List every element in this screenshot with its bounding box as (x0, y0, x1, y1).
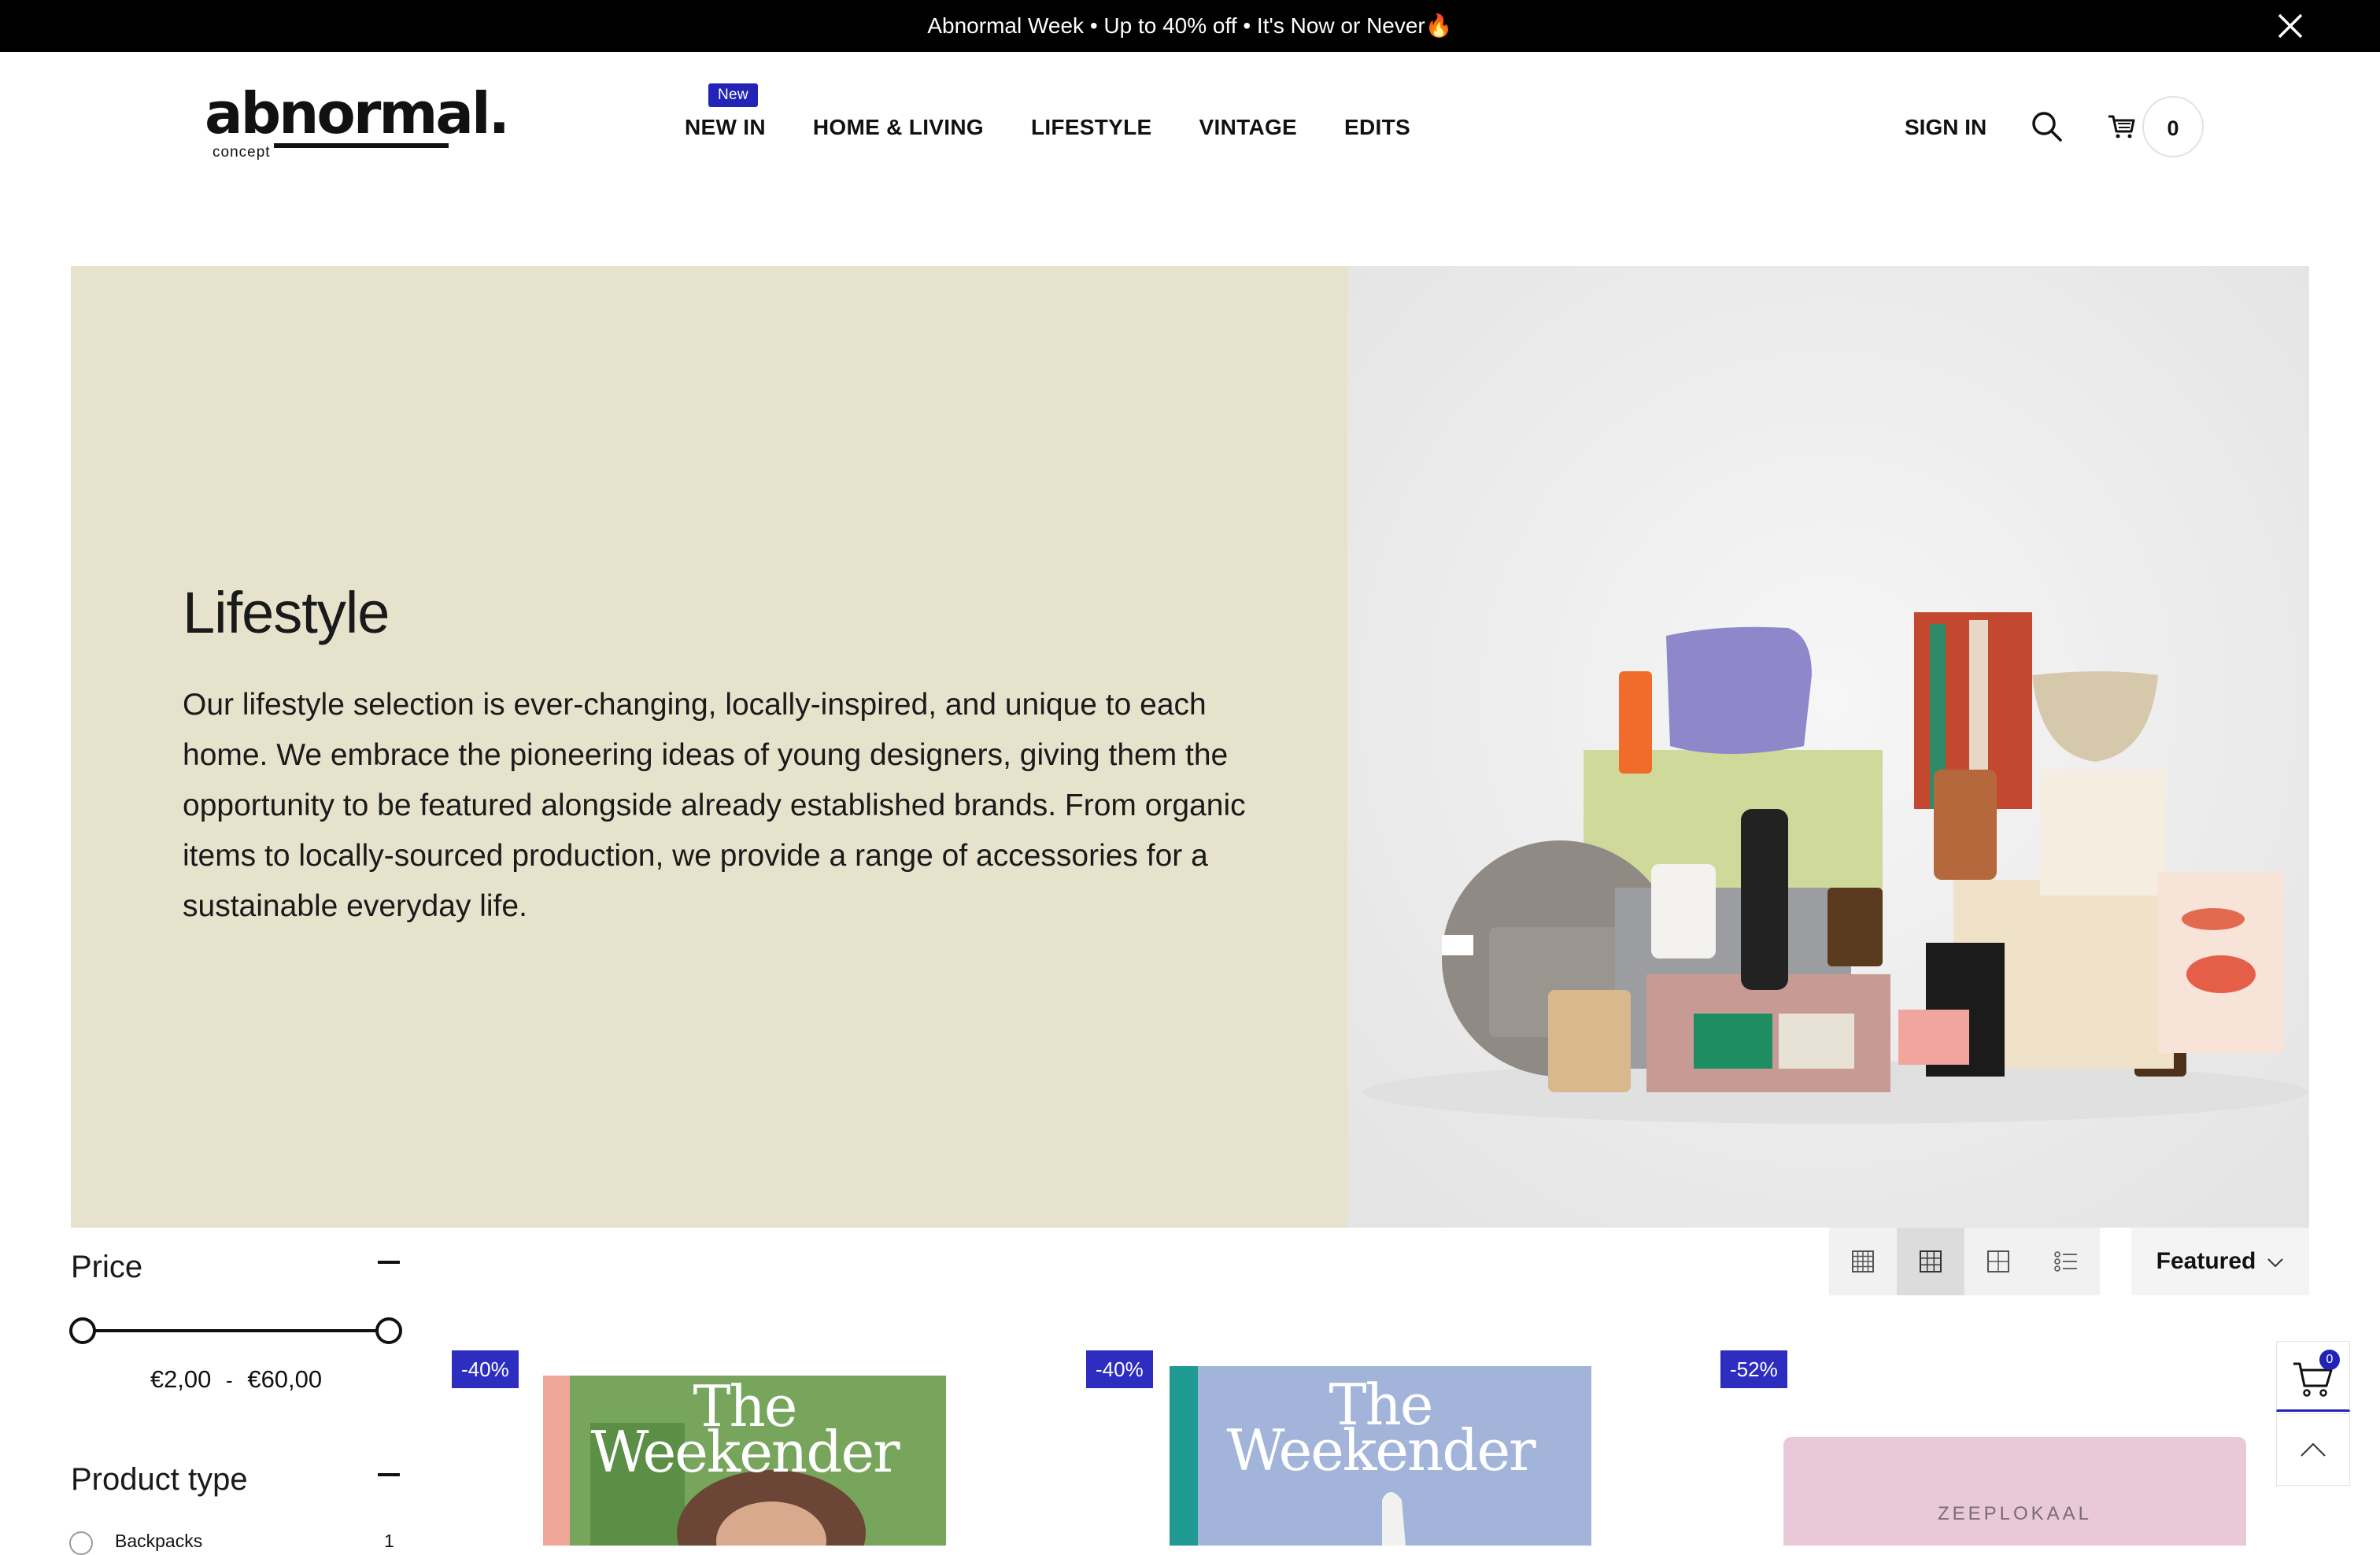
filter-option-count: 1 (384, 1531, 394, 1551)
list-icon[interactable] (2032, 1228, 2100, 1295)
floating-cart-button[interactable]: 0 (2276, 1341, 2350, 1412)
lifestyle-products-illustration (1347, 266, 2309, 1228)
nav-item-home-living[interactable]: HOME & LIVING (813, 112, 984, 143)
view-switcher (1829, 1228, 2100, 1295)
discount-badge: -52% (1720, 1350, 1787, 1388)
price-collapse-icon[interactable] (378, 1261, 400, 1264)
product-image[interactable]: ZEEPLOKAAL (1783, 1437, 2246, 1546)
sort-dropdown[interactable]: Featured (2131, 1228, 2309, 1295)
site-logo[interactable]: abnormal. concept (205, 83, 510, 164)
logo-wordmark: abnormal. (205, 80, 510, 146)
cart-count-badge[interactable]: 0 (2142, 96, 2204, 157)
page-title: Lifestyle (183, 580, 390, 645)
product-type-collapse-icon[interactable] (378, 1473, 400, 1476)
product-image[interactable]: The Weekender (1170, 1366, 1591, 1546)
grid-3-icon[interactable] (1897, 1228, 1964, 1295)
price-max: €60,00 (247, 1365, 323, 1393)
product-type-filter-heading[interactable]: Product type (71, 1462, 248, 1498)
price-range-text: €2,00 - €60,00 (71, 1365, 401, 1394)
price-filter-heading[interactable]: Price (71, 1250, 142, 1285)
close-icon[interactable] (2276, 12, 2304, 40)
announcement-bar: Abnormal Week • Up to 40% off • It's Now… (0, 0, 2380, 52)
price-slider-track[interactable] (82, 1329, 390, 1332)
back-to-top-button[interactable] (2276, 1413, 2350, 1486)
nav-item-edits[interactable]: EDITS (1344, 112, 1410, 143)
discount-badge: -40% (1086, 1350, 1153, 1388)
price-separator: - (226, 1368, 233, 1392)
grid-4-icon[interactable] (1829, 1228, 1897, 1295)
filter-option-label[interactable]: Backpacks (115, 1531, 202, 1552)
new-badge: New (708, 83, 758, 107)
chevron-up-icon (2301, 1442, 2326, 1457)
filter-option-radio[interactable] (69, 1531, 93, 1555)
magazine-title: The Weekender (1226, 1372, 1536, 1483)
brand-text: ZEEPLOKAAL (1937, 1503, 2093, 1524)
sort-label: Featured (2156, 1248, 2256, 1274)
discount-badge: -40% (452, 1350, 519, 1388)
announcement-text: Abnormal Week • Up to 40% off • It's Now… (927, 13, 1453, 38)
search-icon[interactable] (2031, 110, 2064, 143)
nav-item-new-in[interactable]: New NEW IN (685, 83, 766, 143)
chevron-down-icon (2267, 1248, 2284, 1275)
nav-item-vintage[interactable]: VINTAGE (1199, 112, 1297, 143)
sign-in-link[interactable]: SIGN IN (1905, 112, 1986, 143)
nav-item-label: NEW IN (685, 115, 766, 139)
hero-text-panel: Lifestyle Our lifestyle selection is eve… (71, 266, 1347, 1228)
cart-icon[interactable] (2106, 110, 2138, 142)
price-slider-max-handle[interactable] (375, 1317, 402, 1344)
floating-cart-count: 0 (2319, 1350, 2340, 1370)
main-nav: New NEW IN HOME & LIVING LIFESTYLE VINTA… (685, 83, 1410, 143)
magazine-title: The Weekender (590, 1376, 900, 1485)
price-slider-min-handle[interactable] (69, 1317, 96, 1344)
price-min: €2,00 (150, 1365, 212, 1393)
grid-2-icon[interactable] (1964, 1228, 2032, 1295)
product-image[interactable]: The Weekender (543, 1376, 946, 1546)
hero-description: Our lifestyle selection is ever-changing… (183, 688, 1246, 923)
hero-image (1347, 266, 2309, 1228)
nav-item-lifestyle[interactable]: LIFESTYLE (1031, 112, 1152, 143)
logo-subtitle: concept (209, 142, 274, 164)
